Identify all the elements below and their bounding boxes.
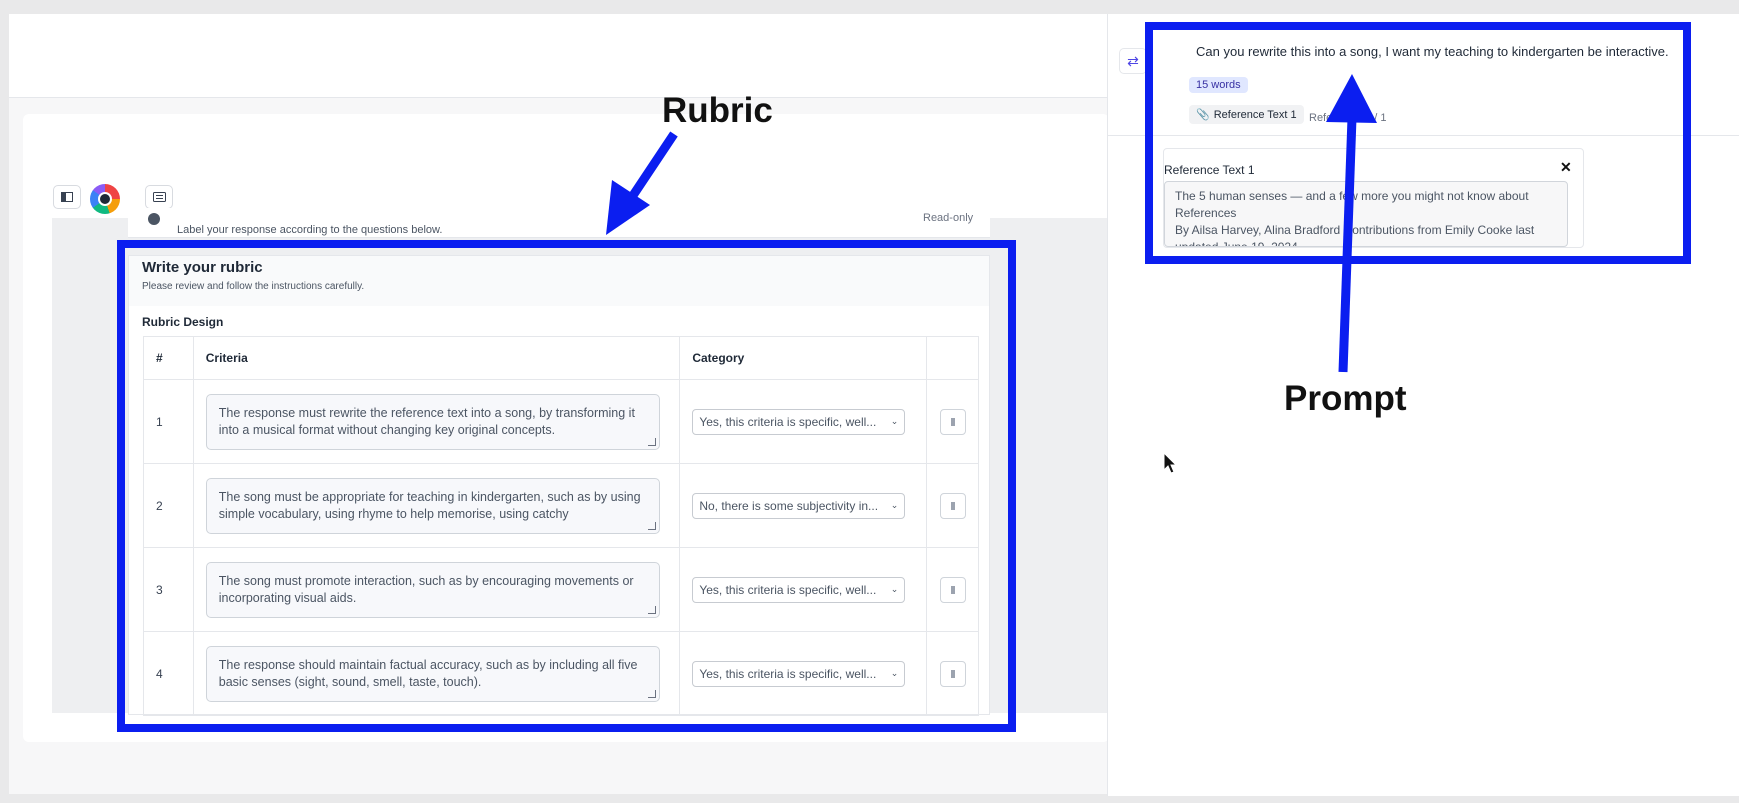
mouse-cursor-icon <box>1163 452 1177 474</box>
annotation-arrows <box>606 74 1377 373</box>
prompt-arrow <box>1326 74 1377 373</box>
rubric-arrow <box>606 131 678 235</box>
